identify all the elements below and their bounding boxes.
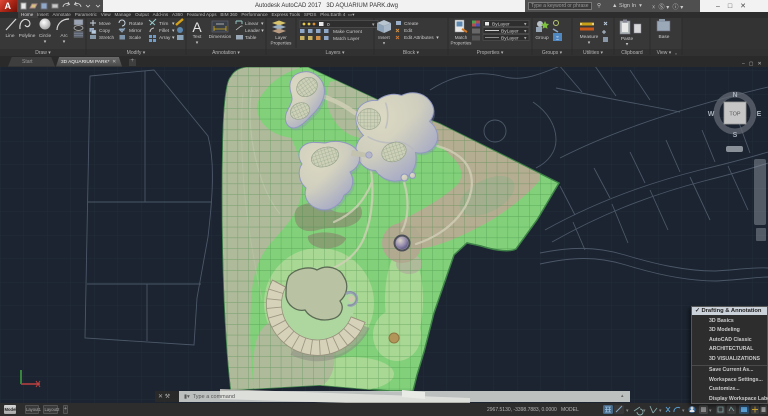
svg-text:▾: ▾	[172, 29, 175, 34]
svg-text:Linear ▾: Linear ▾	[245, 21, 264, 27]
svg-text:Leader ▾: Leader ▾	[245, 28, 264, 34]
svg-text:Dimension: Dimension	[209, 34, 232, 40]
svg-text:Trim: Trim	[159, 21, 168, 27]
svg-text:E: E	[757, 111, 762, 118]
svg-text:Rotate: Rotate	[129, 21, 143, 27]
svg-text:S: S	[733, 132, 738, 139]
svg-text:▾: ▾	[172, 36, 175, 41]
svg-text:Paste: Paste	[621, 36, 634, 42]
svg-text:Measure: Measure	[580, 34, 599, 40]
svg-text:Text: Text	[193, 34, 202, 40]
svg-text:Move: Move	[99, 21, 111, 27]
svg-text:Stretch: Stretch	[99, 35, 115, 41]
svg-text:Ξ: Ξ	[556, 36, 559, 41]
svg-text:▾: ▾	[196, 41, 199, 46]
svg-text:Match: Match	[455, 35, 468, 40]
svg-text:ByLayer: ByLayer	[492, 22, 510, 28]
svg-text:Scale: Scale	[129, 35, 141, 41]
svg-text:Group: Group	[535, 35, 549, 41]
svg-text:Array: Array	[159, 35, 171, 41]
svg-text:Layer: Layer	[275, 35, 287, 40]
svg-text:0: 0	[327, 22, 330, 28]
svg-text:Polyline: Polyline	[19, 33, 36, 39]
svg-text:Make Current: Make Current	[333, 29, 363, 35]
svg-text:Base: Base	[659, 34, 670, 40]
svg-text:▾: ▾	[626, 408, 629, 414]
svg-text:Properties: Properties	[271, 41, 293, 46]
svg-text:Line: Line	[5, 33, 14, 39]
svg-text:TOP: TOP	[729, 112, 741, 118]
svg-text:Arc: Arc	[60, 33, 68, 39]
svg-text:ByLayer: ByLayer	[501, 29, 519, 35]
svg-text:Edit: Edit	[404, 28, 413, 34]
svg-text:Properties: Properties	[451, 41, 473, 46]
svg-text:Mirror: Mirror	[129, 28, 142, 34]
svg-text:▾: ▾	[643, 408, 646, 414]
svg-text:▾: ▾	[383, 41, 386, 46]
svg-text:Circle: Circle	[39, 33, 52, 39]
svg-text:▾: ▾	[682, 408, 685, 414]
svg-text:▾: ▾	[172, 22, 175, 27]
svg-text:▾: ▾	[63, 40, 66, 45]
svg-text:Edit Attributes ▾: Edit Attributes ▾	[404, 35, 439, 41]
svg-text:Match Layer: Match Layer	[333, 36, 360, 42]
svg-text:▾: ▾	[588, 41, 591, 46]
svg-text:W: W	[708, 111, 715, 118]
svg-text:Insert: Insert	[378, 35, 390, 40]
svg-text:ByLayer: ByLayer	[501, 36, 519, 42]
svg-text:▾: ▾	[626, 43, 629, 48]
svg-text:Table: Table	[245, 35, 257, 41]
svg-text:Fillet: Fillet	[159, 28, 170, 34]
svg-text:Copy: Copy	[99, 28, 111, 34]
svg-text:A: A	[192, 19, 202, 35]
svg-text:▾: ▾	[659, 408, 662, 414]
svg-text:N: N	[732, 92, 737, 99]
svg-text:Create: Create	[404, 21, 419, 27]
svg-text:▾: ▾	[709, 408, 712, 414]
svg-text:▾: ▾	[44, 40, 47, 45]
